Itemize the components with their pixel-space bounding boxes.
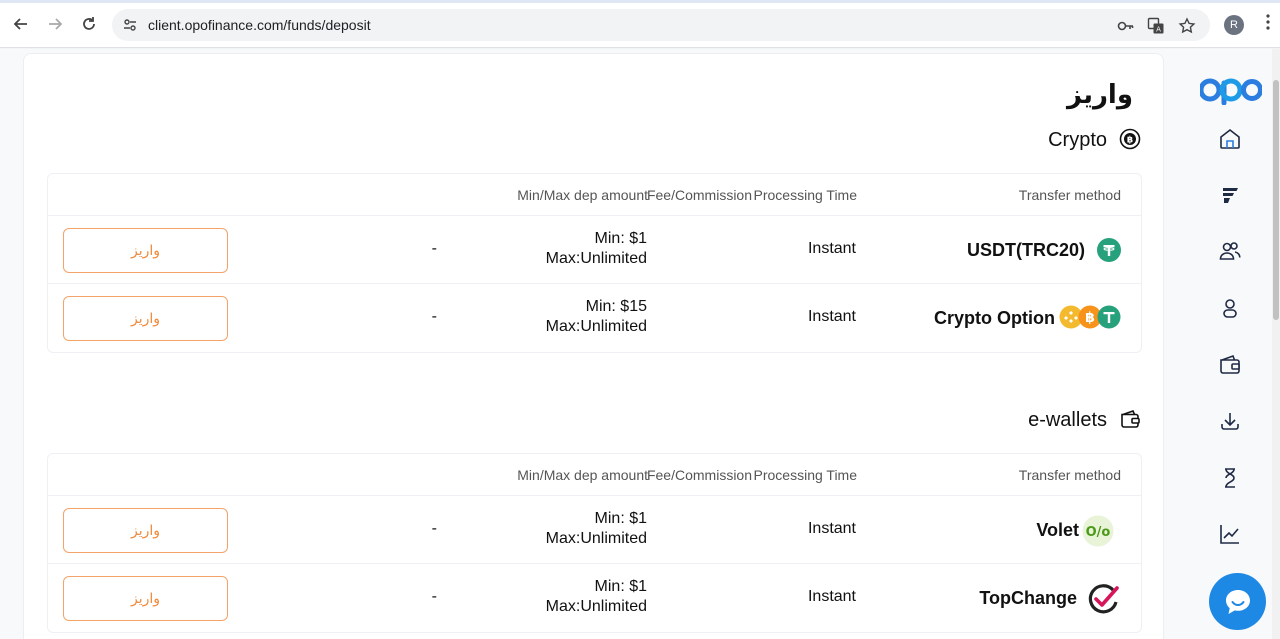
min-amount: Min: $1 [594,510,647,527]
opo-logo[interactable] [1200,75,1262,105]
tether-icon [1097,238,1121,262]
wallet-nav-icon[interactable] [1218,353,1242,377]
table-row: Crypto Option ฿ Instant Min: $15 Max:Unl… [48,284,1141,352]
max-amount: Max:Unlimited [545,530,647,547]
bookmark-star-icon[interactable] [1178,17,1196,35]
processing-time: Instant [807,240,856,257]
header-processing: Processing Time [753,187,857,203]
back-icon[interactable] [9,12,33,36]
crypto-coins-icon: ฿ [1059,305,1121,329]
tab-strip [0,0,1280,3]
deposit-button[interactable]: واریز [63,296,228,341]
deposit-button[interactable]: واریز [63,576,228,621]
users-icon[interactable] [1218,239,1242,263]
live-chat-button[interactable] [1209,573,1266,630]
fee-value: - [431,520,437,537]
volet-logo-icon: O/o [1082,515,1114,547]
translate-icon[interactable]: A [1147,17,1165,35]
method-name: Crypto Option [934,308,1055,328]
min-amount: Min: $1 [594,230,647,247]
user-icon[interactable] [1218,296,1242,320]
header-minmax: Min/Max dep amount [517,187,648,203]
deposit-card: واریز Crypto ฿ Fee/Commission Min/Max de… [23,53,1164,639]
method-name: TopChange [979,588,1077,608]
chat-bubble-icon [1225,589,1250,614]
home-icon[interactable] [1218,127,1242,151]
deposit-button[interactable]: واریز [63,228,228,273]
crypto-methods-table: Fee/Commission Min/Max dep amount Proces… [47,173,1142,353]
min-amount: Min: $1 [594,578,647,595]
table-header: Fee/Commission Min/Max dep amount Proces… [48,174,1141,216]
max-amount: Max:Unlimited [545,598,647,615]
hourglass-icon[interactable] [1218,466,1242,490]
key-icon[interactable] [1117,17,1135,35]
profile-avatar[interactable]: R [1224,15,1244,35]
max-amount: Max:Unlimited [545,250,647,267]
wallet-icon [1121,409,1140,428]
method-name: Volet [1036,520,1079,540]
header-minmax: Min/Max dep amount [517,467,648,483]
flash-icon[interactable] [1218,183,1242,207]
processing-time: Instant [807,588,856,605]
fee-value: - [431,588,437,605]
header-fee: Fee/Commission [646,467,752,483]
scrollbar-thumb[interactable] [1273,80,1279,320]
svg-text:O/o: O/o [1086,525,1111,540]
header-method: Transfer method [1018,467,1121,483]
deposit-button[interactable]: واریز [63,508,228,553]
address-bar[interactable]: client.opofinance.com/funds/deposit A [112,9,1210,41]
bitcoin-circle-icon: ฿ [1119,128,1141,150]
page-content: واریز Crypto ฿ Fee/Commission Min/Max de… [0,49,1280,639]
browser-toolbar: client.opofinance.com/funds/deposit A R [0,0,1280,48]
fee-value: - [431,240,437,257]
svg-text:A: A [1156,26,1161,34]
ewallet-methods-table: Fee/Commission Min/Max dep amount Proces… [47,453,1142,633]
processing-time: Instant [807,520,856,537]
header-fee: Fee/Commission [646,187,752,203]
chart-icon[interactable] [1218,522,1242,546]
section-title-ewallets: e-wallets [1028,409,1107,431]
svg-text:฿: ฿ [1127,136,1133,146]
min-amount: Min: $15 [585,298,647,315]
url-text[interactable]: client.opofinance.com/funds/deposit [148,17,371,33]
table-row: TopChange Instant Min: $1 Max:Unlimited … [48,564,1141,632]
header-method: Transfer method [1018,187,1121,203]
fee-value: - [431,308,437,325]
table-row: Volet O/o Instant Min: $1 Max:Unlimited … [48,496,1141,564]
processing-time: Instant [807,308,856,325]
svg-text:฿: ฿ [1085,310,1095,326]
app-sidebar [1188,49,1272,639]
browser-menu-icon[interactable] [1258,14,1278,36]
header-processing: Processing Time [753,467,857,483]
page-title: واریز [1067,80,1133,110]
method-name: USDT(TRC20) [966,240,1085,260]
table-header: Fee/Commission Min/Max dep amount Proces… [48,454,1141,496]
topchange-check-icon [1088,584,1119,614]
table-row: USDT(TRC20) Instant Min: $1 Max:Unlimite… [48,216,1141,284]
forward-icon[interactable] [43,12,67,36]
site-settings-icon[interactable] [122,17,138,33]
reload-icon[interactable] [77,12,101,36]
section-title-crypto: Crypto [1048,129,1107,151]
max-amount: Max:Unlimited [545,318,647,335]
download-icon[interactable] [1218,409,1242,433]
